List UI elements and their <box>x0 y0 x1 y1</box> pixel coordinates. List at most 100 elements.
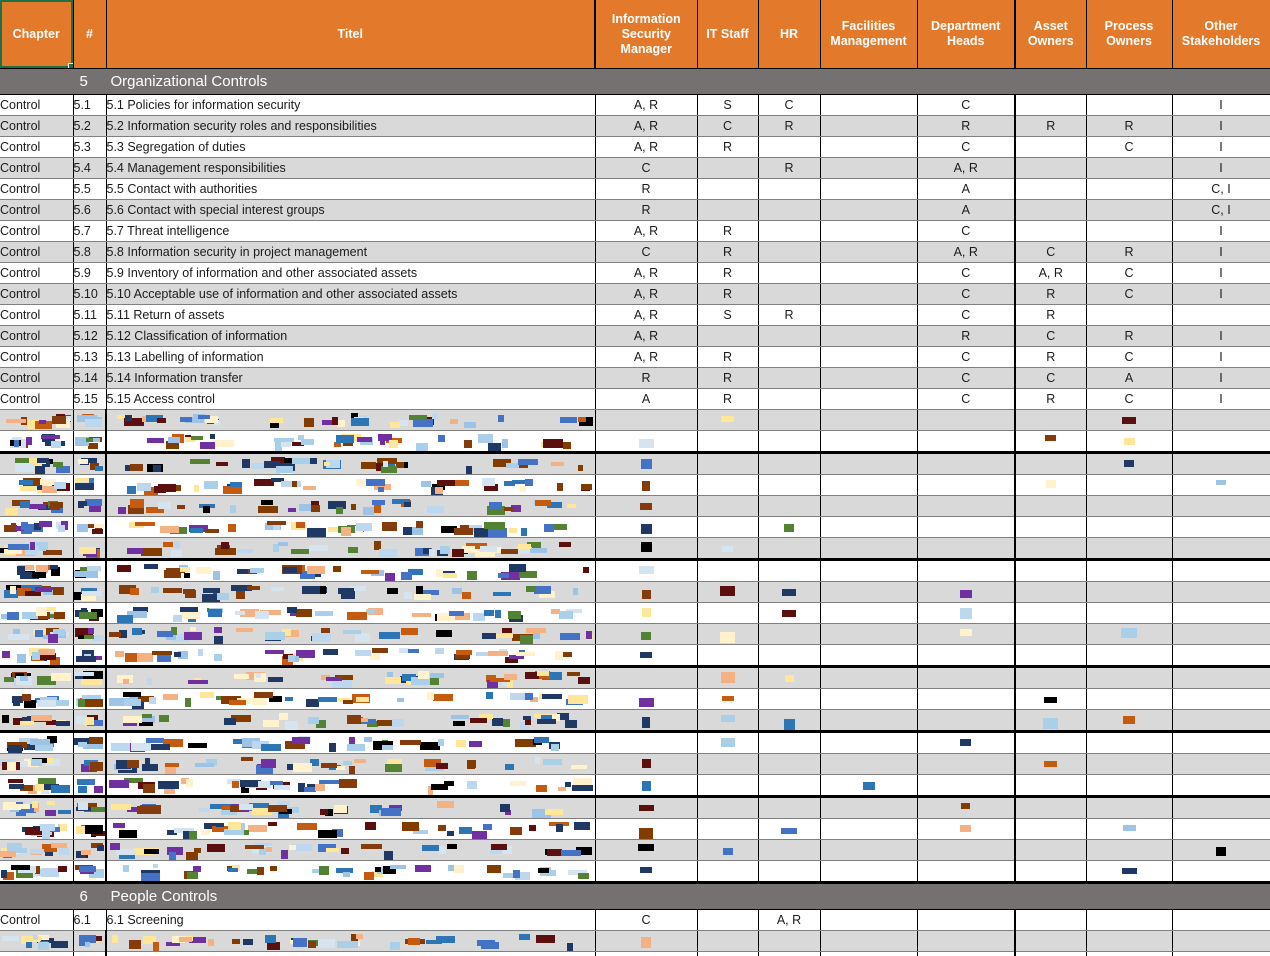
column-header-facilities[interactable]: Facilities Management <box>820 0 918 69</box>
cell-raci-dept_heads: R <box>917 325 1016 347</box>
table-row-redacted[interactable] <box>0 452 1270 475</box>
table-row-redacted[interactable] <box>0 753 1270 775</box>
table-row[interactable]: Control 6.1 6.1 Screening C A, R <box>0 909 1270 931</box>
column-header-dept_heads[interactable]: Department Heads <box>917 0 1016 69</box>
table-row-redacted[interactable] <box>0 495 1270 517</box>
redacted-content <box>0 496 72 516</box>
cell-raci-process_owners: C <box>1086 346 1173 368</box>
cell-title: 5.9 Inventory of information and other a… <box>106 262 596 284</box>
table-row-redacted[interactable] <box>0 537 1270 561</box>
cell-raci-facilities <box>820 94 918 116</box>
cell-raci <box>820 839 918 861</box>
cell-raci <box>697 796 759 819</box>
column-header-hr[interactable]: HR <box>758 0 821 69</box>
table-row[interactable]: Control 5.8 5.8 Information security in pr… <box>0 241 1270 263</box>
table-row-redacted[interactable] <box>0 474 1270 496</box>
table-row-redacted[interactable] <box>0 930 1270 952</box>
table-row[interactable]: Control 5.4 5.4 Management responsibilitie… <box>0 157 1270 179</box>
cell-raci-hr: R <box>758 157 821 179</box>
cell-raci <box>1015 581 1087 603</box>
cell-raci <box>1015 930 1087 952</box>
table-row[interactable]: Control 5.11 5.11 Return of assets A, RSRCR <box>0 304 1270 326</box>
table-row-redacted[interactable] <box>0 731 1270 754</box>
redacted-content <box>698 840 758 860</box>
column-header-num[interactable]: # <box>73 0 107 69</box>
table-row[interactable]: Control 5.5 5.5 Contact with authorities R A… <box>0 178 1270 200</box>
cell-raci <box>758 839 821 861</box>
table-row[interactable]: Control 5.13 5.13 Labelling of information… <box>0 346 1270 368</box>
cell-raci-dept_heads: R <box>917 115 1016 137</box>
table-row-redacted[interactable] <box>0 644 1270 668</box>
cell-raci-process_owners <box>1086 199 1173 221</box>
redacted-content <box>759 603 820 623</box>
redacted-content <box>74 689 106 709</box>
table-row-redacted[interactable] <box>0 839 1270 861</box>
redacted-content <box>74 710 106 729</box>
table-row[interactable]: Control 5.7 5.7 Threat intelligence A, RR C I <box>0 220 1270 242</box>
table-row-redacted[interactable] <box>0 581 1270 603</box>
column-header-other_stakeholders[interactable]: Other Stakeholders <box>1172 0 1270 69</box>
table-row-redacted[interactable] <box>0 516 1270 538</box>
cell-title <box>105 559 596 582</box>
redacted-content <box>596 798 697 818</box>
cell-raci <box>820 409 918 431</box>
cell-number <box>73 644 107 668</box>
table-row-redacted[interactable] <box>0 623 1270 645</box>
redacted-content <box>108 952 594 956</box>
table-row[interactable]: Control 5.15 5.15 Access control A R C R C I <box>0 388 1270 410</box>
table-row-redacted[interactable] <box>0 430 1270 454</box>
cell-raci-hr <box>758 346 821 368</box>
table-row-redacted[interactable] <box>0 860 1270 884</box>
column-header-asset_owners[interactable]: Asset Owners <box>1015 0 1087 69</box>
cell-raci-dept_heads: C <box>917 346 1016 368</box>
table-row-redacted[interactable] <box>0 666 1270 689</box>
table-row-redacted[interactable] <box>0 559 1270 582</box>
cell-raci <box>758 516 821 538</box>
table-row[interactable]: Control 5.9 5.9 Inventory of information a… <box>0 262 1270 284</box>
column-header-ism[interactable]: Information Security Manager <box>595 0 698 69</box>
column-header-it_staff[interactable]: IT Staff <box>697 0 759 69</box>
table-row[interactable]: Control 5.6 5.6 Contact with special inter… <box>0 199 1270 221</box>
redacted-content <box>596 517 697 537</box>
table-row[interactable]: Control 5.12 5.12 Classification of inform… <box>0 325 1270 347</box>
table-row[interactable]: Control 5.2 5.2 Information security roles… <box>0 115 1270 137</box>
table-row-redacted[interactable] <box>0 818 1270 840</box>
table-row[interactable]: Control 5.10 5.10 Acceptable use of inform… <box>0 283 1270 305</box>
column-header-title[interactable]: Titel <box>106 0 596 69</box>
redacted-content <box>1087 624 1172 644</box>
column-header-process_owners[interactable]: Process Owners <box>1086 0 1173 69</box>
section-header-row[interactable]: 6 People Controls <box>0 882 1270 910</box>
table-row[interactable]: Control 5.14 5.14 Information transfer R R C C… <box>0 367 1270 389</box>
table-row-redacted[interactable] <box>0 688 1270 710</box>
cell-title <box>105 623 596 645</box>
section-header-row[interactable]: 5 Organizational Controls <box>0 68 1270 95</box>
table-row-redacted[interactable] <box>0 602 1270 624</box>
cell-raci <box>595 581 698 603</box>
redacted-content <box>74 410 106 430</box>
cell-chapter: Control <box>0 909 74 931</box>
cell-raci-process_owners: C <box>1086 136 1173 158</box>
table-row[interactable]: Control 5.1 5.1 Policies for information s… <box>0 94 1270 116</box>
raci-matrix-table: Chapter # Titel Information Security Manage… <box>0 0 1270 956</box>
cell-raci <box>595 753 698 775</box>
table-row-redacted[interactable] <box>0 409 1270 431</box>
table-row-redacted[interactable] <box>0 796 1270 819</box>
redacted-content <box>74 603 106 623</box>
spreadsheet-sheet[interactable]: Chapter # Titel Information Security Manage… <box>0 0 1270 956</box>
cell-raci-other_stakeholders: I <box>1172 346 1270 368</box>
cell-raci-process_owners: C <box>1086 262 1173 284</box>
redacted-content <box>73 733 106 753</box>
table-row-redacted[interactable] <box>0 951 1270 956</box>
cell-raci <box>917 559 1016 582</box>
column-header-chapter[interactable]: Chapter <box>0 0 74 69</box>
redacted-content <box>596 645 697 664</box>
table-row-redacted[interactable] <box>0 774 1270 798</box>
redacted-content <box>596 582 697 602</box>
cell-raci <box>1086 516 1173 538</box>
table-row[interactable]: Control 5.3 5.3 Segregation of duties A, RR… <box>0 136 1270 158</box>
cell-title <box>105 516 596 538</box>
cell-raci-hr <box>758 178 821 200</box>
cell-raci <box>595 709 698 733</box>
cell-raci-hr: R <box>758 115 821 137</box>
table-row-redacted[interactable] <box>0 709 1270 733</box>
